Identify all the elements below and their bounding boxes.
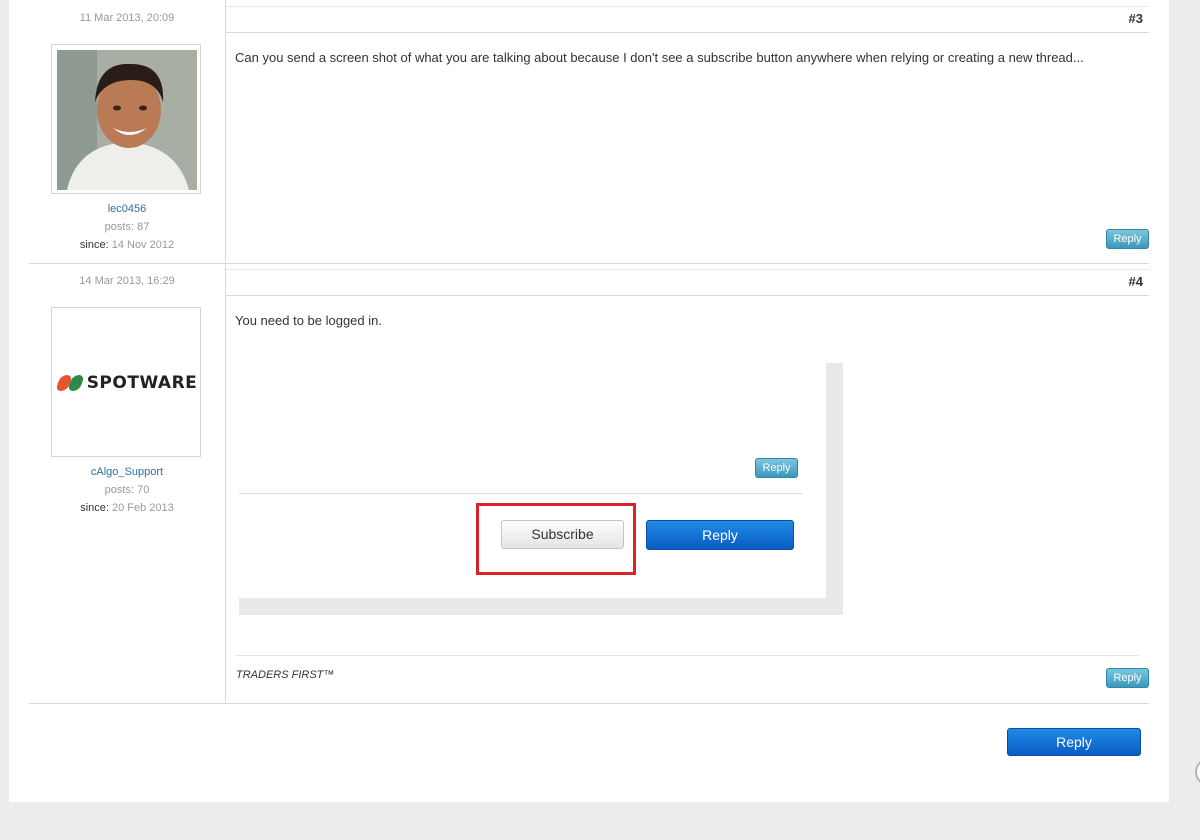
since-date: 14 Nov 2012 (111, 239, 175, 251)
spotware-logo-icon (54, 375, 85, 391)
screenshot-canvas: Reply Subscribe Reply (239, 363, 826, 598)
avatar-photo (57, 50, 197, 190)
thread-reply-button[interactable]: Reply (1007, 728, 1141, 756)
post-date: 11 Mar 2013, 20:09 (79, 12, 175, 24)
author-column: 11 Mar 2013, 20:09 lec0456 posts: 87 sin… (29, 0, 226, 263)
forum-page: 11 Mar 2013, 20:09 lec0456 posts: 87 sin… (9, 0, 1169, 802)
author-since: since: 20 Feb 2013 (29, 502, 225, 514)
screenshot-shadow-right (826, 363, 843, 615)
post-date: 14 Mar 2013, 16:29 (79, 275, 175, 287)
post-body: Can you send a screen shot of what you a… (235, 50, 1084, 65)
since-label: since: (79, 239, 109, 251)
post-content-column: #3 Can you send a screen shot of what yo… (226, 0, 1149, 263)
screenshot-divider (239, 493, 802, 494)
post-signature: TRADERS FIRST™ (236, 669, 335, 681)
signature-divider (236, 655, 1139, 656)
reply-button[interactable]: Reply (1106, 668, 1149, 688)
post-number[interactable]: #4 (1129, 274, 1143, 289)
red-highlight-box (476, 503, 636, 575)
author-column: 14 Mar 2013, 16:29 SPOTWARE cAlgo_Suppor… (29, 263, 226, 703)
screenshot-reply-button-small: Reply (755, 458, 798, 478)
logo-text: SPOTWARE (86, 373, 198, 393)
author-username[interactable]: lec0456 (29, 203, 225, 215)
embedded-screenshot: Reply Subscribe Reply (239, 363, 843, 615)
avatar[interactable] (51, 44, 201, 194)
spotware-logo: SPOTWARE (52, 308, 202, 458)
post-content-column: #4 You need to be logged in. Reply Subsc… (226, 263, 1149, 703)
screenshot-shadow-bottom (239, 598, 843, 615)
post-number[interactable]: #3 (1129, 11, 1143, 26)
post-header: #4 (226, 269, 1149, 296)
author-post-count: posts: 87 (104, 221, 150, 233)
author-since: since: 14 Nov 2012 (29, 239, 225, 251)
scroll-top-icon[interactable] (1195, 758, 1200, 786)
user-photo-icon (57, 50, 197, 190)
since-date: 20 Feb 2013 (112, 502, 174, 514)
author-username[interactable]: cAlgo_Support (29, 466, 225, 478)
author-post-count: posts: 70 (104, 484, 150, 496)
avatar[interactable]: SPOTWARE (51, 307, 201, 457)
post-body: You need to be logged in. (235, 313, 382, 328)
reply-button[interactable]: Reply (1106, 229, 1149, 249)
screenshot-reply-button-large: Reply (646, 520, 794, 550)
forum-post: 14 Mar 2013, 16:29 SPOTWARE cAlgo_Suppor… (29, 263, 1149, 704)
since-label: since: (80, 502, 109, 514)
post-header: #3 (226, 6, 1149, 33)
forum-post: 11 Mar 2013, 20:09 lec0456 posts: 87 sin… (29, 0, 1149, 264)
